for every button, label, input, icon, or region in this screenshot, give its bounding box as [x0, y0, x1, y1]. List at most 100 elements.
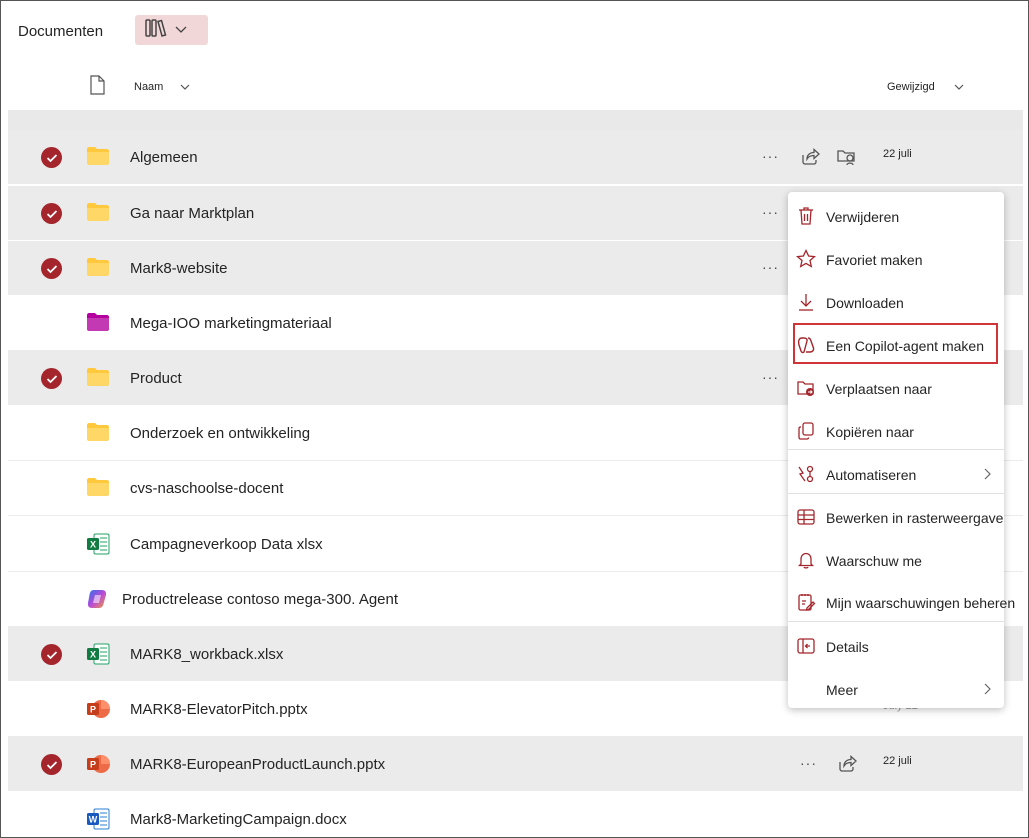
folder-icon	[86, 477, 110, 499]
menu-item-label: Kopiëren naar	[826, 424, 914, 440]
table-row[interactable]: W Mark8-MarketingCampaign.docx	[8, 792, 1023, 837]
copy-icon	[796, 421, 816, 441]
menu-item-label: Favoriet maken	[826, 252, 923, 268]
powerpoint-icon: P	[86, 698, 110, 720]
context-menu: Verwijderen Favoriet maken Downloaden Ee…	[788, 192, 1015, 709]
checkmark-icon[interactable]	[41, 368, 62, 389]
view-switcher-button[interactable]	[135, 15, 208, 45]
column-header-modified[interactable]: Gewijzigd	[887, 81, 935, 93]
more-options-icon[interactable]: ···	[762, 369, 779, 385]
excel-icon: X	[86, 533, 110, 555]
file-name[interactable]: Mark8-MarketingCampaign.docx	[130, 811, 347, 828]
file-name[interactable]: MARK8-EuropeanProductLaunch.pptx	[130, 756, 385, 773]
chevron-right-icon	[983, 682, 991, 700]
svg-text:W: W	[89, 815, 98, 825]
file-name[interactable]: Mega-IOO marketingmateriaal	[130, 315, 332, 332]
file-name[interactable]: Productrelease contoso mega-300. Agent	[122, 591, 398, 608]
folder-icon	[86, 146, 110, 168]
menu-item-delete[interactable]: Verwijderen	[788, 196, 1004, 236]
file-name[interactable]: Product	[130, 370, 182, 387]
copilot-agent-icon	[86, 588, 110, 610]
row-separator	[8, 110, 1023, 130]
menu-divider	[788, 493, 1004, 494]
menu-item-label: Downloaden	[826, 295, 904, 311]
menu-item-manage-alerts[interactable]: Mijn waarschuwingen beheren	[788, 582, 1015, 622]
menu-item-label: Verplaatsen naar	[826, 381, 932, 397]
manage-alerts-icon	[796, 592, 816, 612]
file-name[interactable]: cvs-naschoolse-docent	[130, 480, 283, 497]
folder-icon	[86, 312, 110, 334]
checkmark-icon[interactable]	[41, 147, 62, 168]
file-name[interactable]: MARK8-ElevatorPitch.pptx	[130, 701, 308, 718]
file-name[interactable]: Algemeen	[130, 149, 198, 166]
checkmark-icon[interactable]	[41, 258, 62, 279]
menu-item-automate[interactable]: Automatiseren	[788, 454, 1004, 494]
menu-divider	[788, 449, 1004, 450]
grid-icon	[796, 507, 816, 527]
menu-item-alert-me[interactable]: Waarschuw me	[788, 540, 1004, 580]
table-row[interactable]: P MARK8-EuropeanProductLaunch.pptx ··· 22 j…	[8, 737, 1023, 792]
chevron-down-icon	[175, 21, 187, 39]
svg-text:P: P	[90, 705, 96, 715]
share-icon[interactable]	[800, 146, 820, 171]
more-options-icon[interactable]: ···	[762, 204, 779, 220]
menu-item-details[interactable]: Details	[788, 626, 1004, 666]
menu-item-favorite[interactable]: Favoriet maken	[788, 239, 1004, 279]
file-name[interactable]: MARK8_workback.xlsx	[130, 646, 283, 663]
library-header: Documenten	[1, 1, 1028, 61]
menu-item-label: Verwijderen	[826, 209, 900, 225]
teams-channel-icon[interactable]	[836, 146, 858, 171]
bell-icon	[796, 550, 816, 570]
word-icon: W	[86, 808, 110, 830]
menu-item-label: Bewerken in rasterweergave	[826, 510, 1004, 526]
menu-divider	[788, 621, 1004, 622]
modified-date: 22 juli	[883, 755, 912, 767]
share-icon[interactable]	[837, 753, 857, 778]
chevron-down-icon[interactable]	[180, 78, 190, 96]
menu-item-more[interactable]: Meer	[788, 669, 1004, 709]
menu-item-move-to[interactable]: Verplaatsen naar	[788, 368, 1004, 408]
file-name[interactable]: Onderzoek en ontwikkeling	[130, 425, 310, 442]
column-header-name[interactable]: Naam	[134, 81, 163, 93]
checkmark-icon[interactable]	[41, 644, 62, 665]
highlight-box	[793, 323, 998, 364]
checkmark-icon[interactable]	[41, 203, 62, 224]
folder-icon	[86, 367, 110, 389]
modified-date: 22 juli	[883, 148, 912, 160]
page-title: Documenten	[18, 23, 104, 40]
table-row[interactable]: Algemeen ··· 22 juli	[8, 130, 1023, 185]
powerpoint-icon: P	[86, 753, 110, 775]
menu-item-download[interactable]: Downloaden	[788, 282, 1004, 322]
download-icon	[796, 292, 816, 312]
checkmark-icon[interactable]	[41, 754, 62, 775]
folder-icon	[86, 422, 110, 444]
folder-icon	[86, 257, 110, 279]
star-icon	[795, 248, 817, 269]
trash-icon	[796, 206, 816, 226]
menu-item-edit-grid-view[interactable]: Bewerken in rasterweergave	[788, 497, 1004, 537]
folder-move-icon	[796, 378, 816, 398]
details-icon	[796, 636, 816, 656]
menu-item-label: Mijn waarschuwingen beheren	[826, 595, 1016, 611]
menu-item-label: Details	[826, 639, 869, 655]
menu-item-label: Waarschuw me	[826, 553, 922, 569]
svg-text:X: X	[90, 650, 96, 660]
chevron-down-icon[interactable]	[954, 78, 964, 96]
more-options-icon[interactable]: ···	[762, 259, 779, 275]
menu-item-copy-to[interactable]: Kopiëren naar	[788, 411, 1004, 451]
menu-item-label: Automatiseren	[826, 467, 917, 483]
document-library: Documenten Naam Gewijzigd Algemeen ··· 22 …	[0, 0, 1029, 838]
more-options-icon[interactable]: ···	[762, 148, 779, 164]
folder-icon	[86, 202, 110, 224]
excel-icon: X	[86, 643, 110, 665]
automate-icon	[796, 464, 816, 484]
chevron-right-icon	[983, 467, 991, 485]
file-name[interactable]: Mark8-website	[130, 260, 228, 277]
column-headers: Naam Gewijzigd	[1, 67, 1028, 107]
library-icon	[145, 18, 167, 42]
file-name[interactable]: Campagneverkoop Data xlsx	[130, 536, 323, 553]
file-type-icon[interactable]	[89, 75, 105, 100]
file-name[interactable]: Ga naar Marktplan	[130, 205, 254, 222]
more-options-icon[interactable]: ···	[800, 755, 817, 771]
svg-text:P: P	[90, 760, 96, 770]
